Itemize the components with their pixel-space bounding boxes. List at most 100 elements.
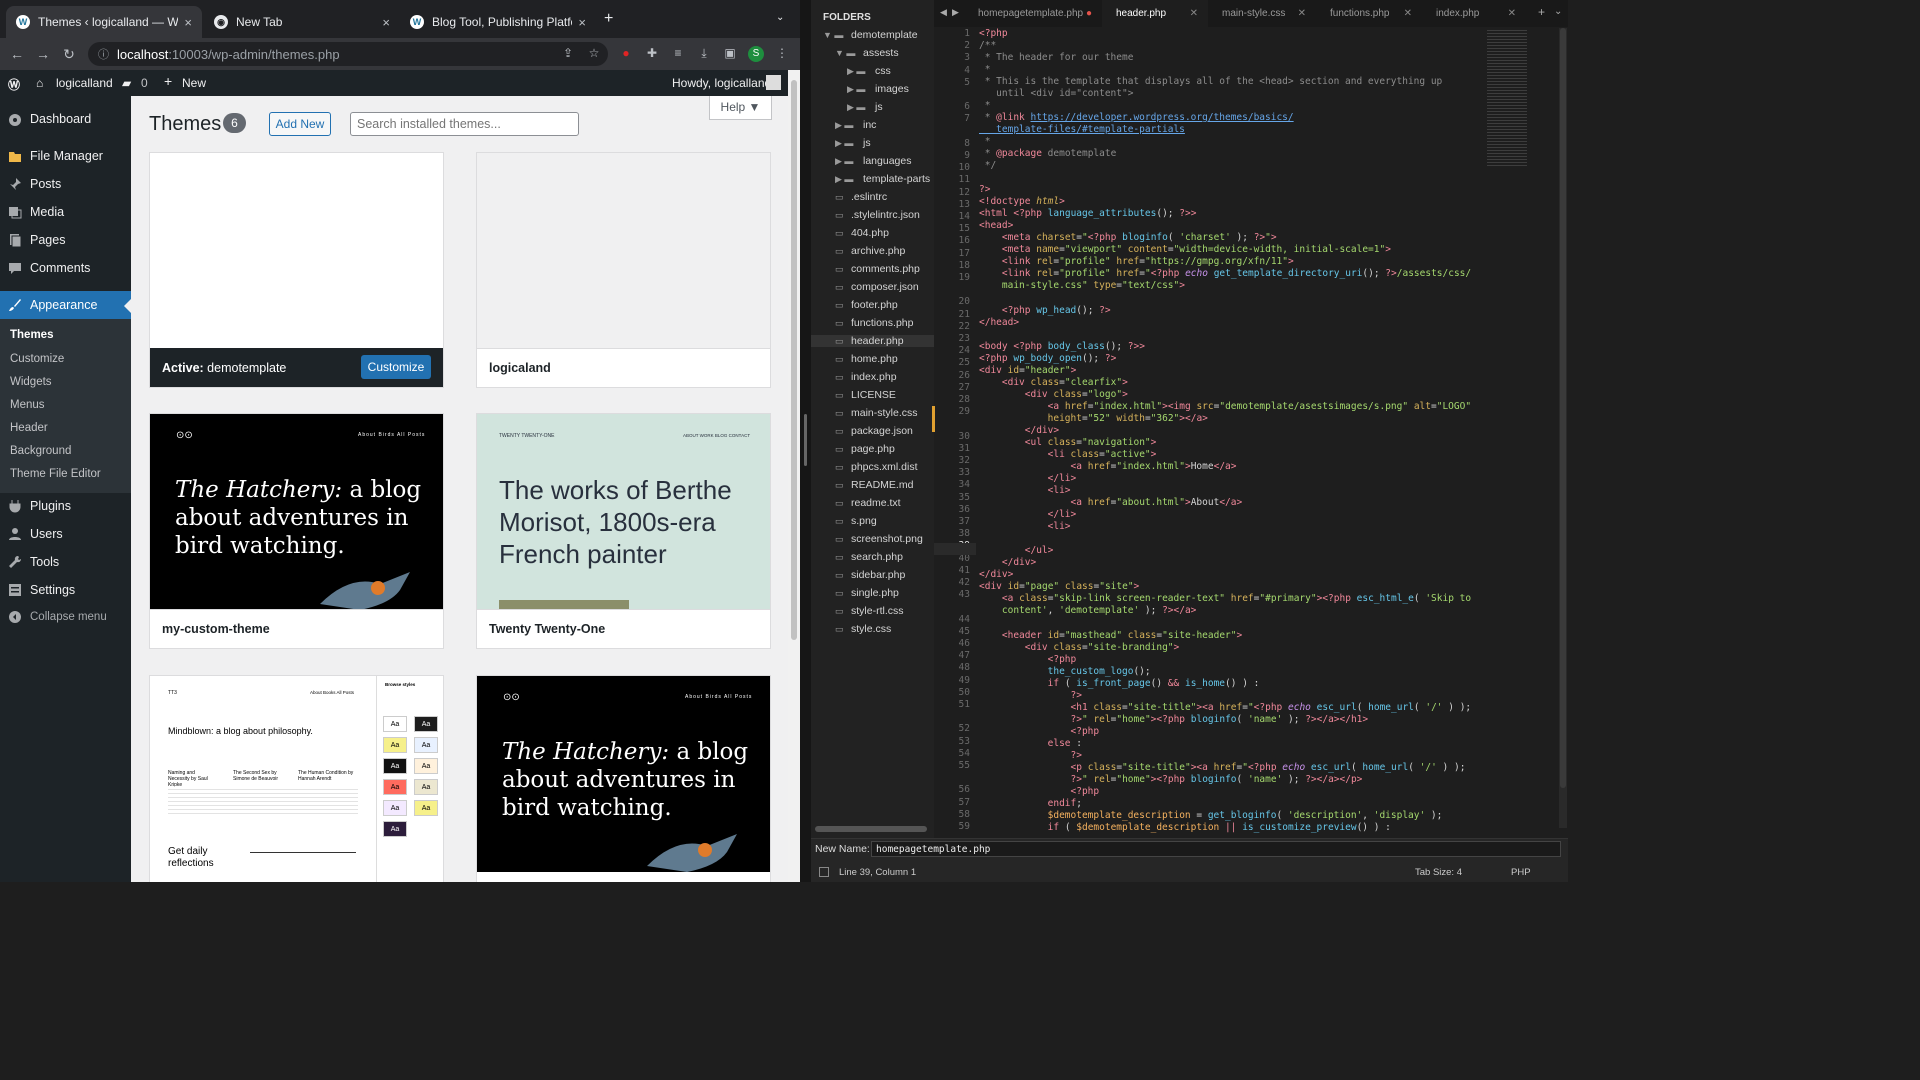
howdy-user-link[interactable]: Howdy, logicalland [672,76,771,90]
theme-card-demotemplate[interactable]: Active: demotemplate Customize [149,152,444,388]
info-icon[interactable]: ⓘ [98,46,109,62]
submenu-header[interactable]: Header [10,422,48,434]
scrollbar-thumb[interactable] [791,80,797,640]
syntax-indicator[interactable]: PHP [1511,867,1531,878]
close-tab-icon[interactable]: × [578,15,586,30]
file-tree-item[interactable]: ▭ .eslintrc [835,191,887,203]
add-new-button[interactable]: Add New [269,112,331,136]
file-tree-item[interactable]: ▶ ▬ js [847,101,883,113]
page-scrollbar[interactable] [788,70,800,882]
bookmark-star-icon[interactable]: ☆ [586,46,602,62]
file-tree-item[interactable]: ▭ README.md [835,479,913,491]
file-tree-item[interactable]: ▭ search.php [835,551,903,563]
menu-kebab-icon[interactable]: ⋮ [774,46,790,62]
file-tree-item[interactable]: ▭ footer.php [835,299,898,311]
close-tab-icon[interactable]: ✕ [1508,8,1516,19]
file-tree-item[interactable]: ▭ sidebar.php [835,569,905,581]
menu-appearance[interactable]: Appearance [0,291,131,319]
file-tree-item[interactable]: ▭ index.php [835,371,897,383]
submenu-theme-file-editor[interactable]: Theme File Editor [10,468,101,480]
file-tree-item[interactable]: ▶ ▬ js [835,137,871,149]
file-tree-item[interactable]: ▭ header.php [811,335,934,347]
editor-tab-homepagetemplate[interactable]: homepagetemplate.php ● [964,0,1102,27]
submenu-customize[interactable]: Customize [10,353,64,365]
menu-file-manager[interactable]: File Manager [0,142,131,170]
file-tree-item[interactable]: ▶ ▬ languages [835,155,911,167]
reload-icon[interactable]: ↻ [56,46,82,63]
browser-tab-new-tab[interactable]: ◉ New Tab × [204,6,400,38]
menu-dashboard[interactable]: Dashboard [0,105,131,133]
editor-tab-header[interactable]: header.php ✕ [1102,0,1208,27]
plus-icon[interactable]: + [164,73,172,89]
prev-tab-icon[interactable]: ◀ [940,7,947,18]
new-file-icon[interactable]: + [1538,5,1545,19]
file-tree-item[interactable]: ▼ ▬ demotemplate [823,29,918,41]
file-tree-item[interactable]: ▭ composer.json [835,281,919,293]
site-name-link[interactable]: logicalland [56,76,113,90]
customize-button[interactable]: Customize [361,355,431,379]
menu-media[interactable]: Media [0,198,131,226]
home-icon[interactable]: ⌂ [36,76,43,90]
new-tab-button[interactable]: + [604,10,613,28]
menu-pages[interactable]: Pages [0,226,131,254]
submenu-widgets[interactable]: Widgets [10,376,52,388]
theme-card-my-custom-theme-2[interactable]: ⊙⊙ About Birds All Posts The Hatchery: a… [476,675,771,882]
theme-card-logicaland[interactable]: logicaland [476,152,771,388]
file-tree-item[interactable]: ▭ single.php [835,587,899,599]
file-tree-item[interactable]: ▶ ▬ template-parts [835,173,930,185]
sidebar-scrollbar[interactable] [815,826,927,832]
file-tree-item[interactable]: ▭ comments.php [835,263,920,275]
file-tree-item[interactable]: ▭ s.png [835,515,877,527]
file-tree-item[interactable]: ▭ 404.php [835,227,889,239]
extensions-puzzle-icon[interactable]: ✚ [644,46,660,62]
file-tree-item[interactable]: ▶ ▬ inc [835,119,876,131]
tab-list-icon[interactable]: ⌄ [1554,6,1562,17]
unsaved-dot-icon[interactable]: ● [1086,8,1092,19]
divider-grip[interactable] [804,414,807,466]
submenu-themes[interactable]: Themes [10,329,53,341]
comments-count[interactable]: 0 [141,76,148,90]
submenu-background[interactable]: Background [10,445,71,457]
file-tree-item[interactable]: ▭ style.css [835,623,891,635]
profile-avatar[interactable]: S [748,46,764,62]
next-tab-icon[interactable]: ▶ [952,7,959,18]
file-tree-item[interactable]: ▭ functions.php [835,317,913,329]
file-tree-item[interactable]: ▭ phpcs.xml.dist [835,461,918,473]
theme-card-my-custom-theme[interactable]: ⊙⊙ About Birds All Posts The Hatchery: a… [149,413,444,649]
file-tree-item[interactable]: ▶ ▬ images [847,83,909,95]
editor-scrollbar[interactable] [1559,28,1567,828]
file-tree-item[interactable]: ▶ ▬ css [847,65,891,77]
side-panel-icon[interactable]: ▣ [722,46,738,62]
file-tree-item[interactable]: ▭ readme.txt [835,497,901,509]
menu-users[interactable]: Users [0,520,131,548]
file-tree-item[interactable]: ▭ package.json [835,425,913,437]
menu-comments[interactable]: Comments [0,254,131,282]
theme-card-twenty-twenty-one[interactable]: TWENTY TWENTY-ONE ABOUT WORK BLOG CONTAC… [476,413,771,649]
menu-plugins[interactable]: Plugins [0,492,131,520]
browser-tab-blog-tool[interactable]: W Blog Tool, Publishing Platform, × [400,6,596,38]
share-icon[interactable]: ⇪ [560,46,576,62]
editor-tab-functions[interactable]: functions.php ✕ [1316,0,1422,27]
file-tree-item[interactable]: ▭ screenshot.png [835,533,923,545]
file-tree-item[interactable]: ▭ home.php [835,353,898,365]
menu-posts[interactable]: Posts [0,170,131,198]
close-tab-icon[interactable]: ✕ [1298,8,1306,19]
search-themes-input[interactable] [350,112,579,136]
editor-tab-index[interactable]: index.php ✕ [1422,0,1526,27]
menu-collapse[interactable]: Collapse menu [0,603,131,631]
comments-icon[interactable]: ▰ [122,76,131,90]
file-tree-item[interactable]: ▭ main-style.css [835,407,918,419]
help-tab-button[interactable]: Help ▼ [709,96,772,120]
code-area[interactable]: <?php /** * The header for our theme * *… [979,27,1519,837]
close-tab-icon[interactable]: ✕ [1404,8,1412,19]
extension-icon[interactable]: ● [618,46,634,62]
tab-search-icon[interactable]: ⌄ [776,12,784,23]
menu-tools[interactable]: Tools [0,548,131,576]
download-icon[interactable]: ⤓ [696,46,712,62]
file-tree-item[interactable]: ▼ ▬ assests [835,47,899,59]
file-tree-item[interactable]: ▭ .stylelintrc.json [835,209,920,221]
submenu-menus[interactable]: Menus [10,399,45,411]
new-name-input[interactable] [871,841,1561,857]
file-tree-item[interactable]: ▭ style-rtl.css [835,605,904,617]
forward-icon[interactable]: → [30,46,56,62]
